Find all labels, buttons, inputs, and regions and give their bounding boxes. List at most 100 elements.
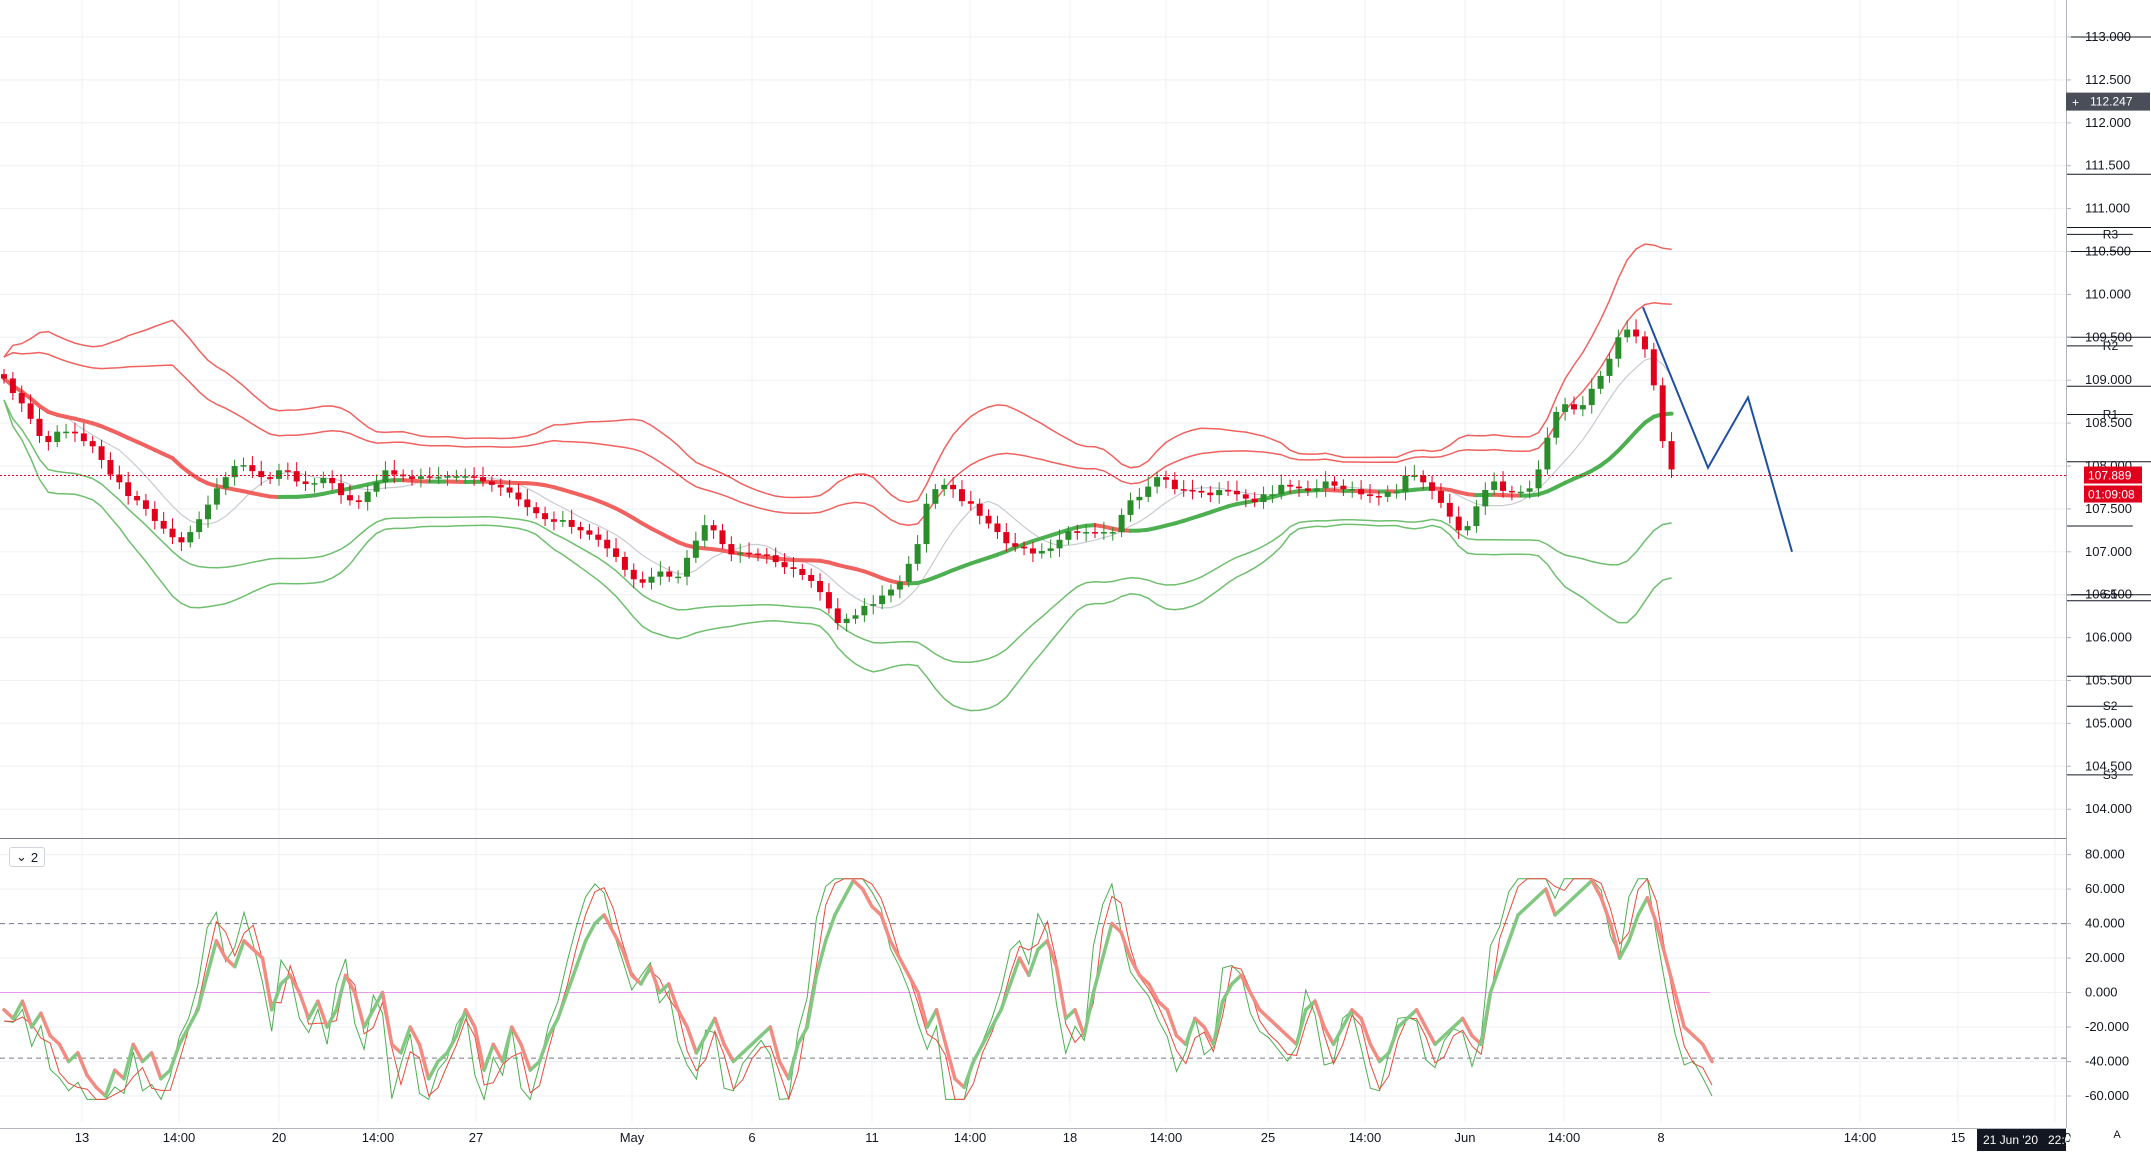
osc-tick-label: 60.000 xyxy=(2085,881,2125,896)
osc-main-segment xyxy=(1701,1042,1714,1064)
candle-body xyxy=(1437,490,1444,503)
candle-body xyxy=(222,477,229,489)
osc-main-segment xyxy=(1230,973,1243,986)
osc-main-segment xyxy=(1608,921,1622,960)
candle-body xyxy=(763,554,770,556)
candle-body xyxy=(1455,516,1462,531)
auto-scale-button[interactable]: A xyxy=(2108,1126,2126,1144)
osc-main-segment xyxy=(214,939,228,960)
candle-body xyxy=(888,589,894,596)
candle-body xyxy=(1491,481,1498,491)
time-tick-label: 18 xyxy=(1063,1130,1077,1145)
candle-body xyxy=(36,418,43,436)
crosshair-hour: 22:00 xyxy=(2048,1133,2078,1147)
price-tick-label: 107.500 xyxy=(2085,501,2132,516)
candle-body xyxy=(1038,550,1045,554)
candle-body xyxy=(542,513,549,520)
candle-body xyxy=(45,435,52,442)
osc-main-segment xyxy=(149,1051,163,1081)
price-tick-label: 106.000 xyxy=(2085,630,2132,645)
candle-body xyxy=(950,484,957,490)
candle-body xyxy=(1517,491,1524,494)
osc-main-segment xyxy=(1165,1008,1179,1038)
candle-body xyxy=(1269,494,1276,496)
candle-body xyxy=(1624,329,1631,338)
candle-body xyxy=(1180,489,1187,491)
osc-main-segment xyxy=(57,1042,71,1064)
candle-body xyxy=(169,528,176,538)
candle-body xyxy=(852,615,859,619)
candle-body xyxy=(1429,482,1436,491)
candle-body xyxy=(1074,531,1081,533)
candle-body xyxy=(1100,532,1107,534)
candle-body xyxy=(719,530,726,545)
candle-body xyxy=(151,508,158,521)
candle-body xyxy=(941,484,948,490)
price-tick-label: 107.000 xyxy=(2085,544,2132,559)
candle-body xyxy=(834,608,841,624)
candle-body xyxy=(958,489,965,502)
osc-main-segment xyxy=(103,1068,117,1098)
candle-body xyxy=(391,470,398,475)
osc-main-segment xyxy=(879,913,893,943)
candle-body xyxy=(1083,532,1090,534)
osc-main-segment xyxy=(1544,887,1557,917)
candle-body xyxy=(1526,488,1533,492)
osc-main-segment xyxy=(1184,1016,1197,1047)
oscillator-pane xyxy=(0,877,2066,1102)
candle-body xyxy=(666,571,673,577)
time-tick-label: 14:00 xyxy=(163,1130,196,1145)
candle-body xyxy=(524,499,531,508)
candle-body xyxy=(1056,539,1063,549)
candle-body xyxy=(267,477,274,479)
candle-body xyxy=(382,470,389,483)
candle-body xyxy=(923,503,930,545)
candle-body xyxy=(932,489,939,504)
chart-canvas[interactable]: R3R2R1S1S2S3R3R2R1PS1S2S3R3PS3 113.00011… xyxy=(0,0,2151,1153)
candle-body xyxy=(80,433,87,442)
candle-body xyxy=(1349,489,1356,491)
candle-body xyxy=(409,476,416,479)
candle-body xyxy=(506,487,513,493)
candle-body xyxy=(497,484,504,488)
candle-body xyxy=(346,495,353,501)
lower-band-outer xyxy=(3,399,1672,712)
candle-body xyxy=(1588,388,1595,406)
candle-body xyxy=(1482,490,1489,507)
pivot-lines: R3R2R1S1S2S3R3R2R1PS1S2S3R3PS3 xyxy=(2066,36,2151,782)
candle-body xyxy=(249,465,256,472)
pane-collapse-button[interactable]: ⌄ 2 xyxy=(9,847,46,867)
candle-body xyxy=(453,476,460,478)
candle-body xyxy=(1251,498,1258,503)
candle-body xyxy=(657,571,664,577)
osc-main-segment xyxy=(583,921,597,943)
crosshair-date: 21 Jun '20 xyxy=(1983,1133,2038,1147)
candle-body xyxy=(1659,385,1666,442)
candle-body xyxy=(1331,481,1338,486)
osc-main-segment xyxy=(574,939,588,969)
price-tick-label: 111.500 xyxy=(2085,158,2130,173)
candle-body xyxy=(205,504,212,520)
candle-body xyxy=(1225,490,1232,492)
candle-body xyxy=(604,539,611,549)
osc-main-segment xyxy=(380,990,394,1047)
price-tick-label: 112.500 xyxy=(2085,72,2131,87)
osc-main-segment xyxy=(242,939,256,952)
time-tick-label: 14:00 xyxy=(1150,1130,1183,1145)
candle-body xyxy=(843,618,850,624)
candle-body xyxy=(1464,526,1471,531)
candle-body xyxy=(1047,548,1054,551)
time-tick-label: 14:00 xyxy=(954,1130,987,1145)
osc-main-segment xyxy=(1276,1025,1290,1038)
candle-body xyxy=(364,491,371,503)
candle-body xyxy=(107,459,114,475)
osc-main-segment xyxy=(593,913,606,926)
osc-main-segment xyxy=(1396,1016,1410,1029)
candle-body xyxy=(1260,494,1267,503)
candle-body xyxy=(435,477,442,479)
candle-body xyxy=(1118,514,1125,533)
osc-main-segment xyxy=(1082,990,1096,1038)
upper-band-outer xyxy=(3,243,1672,504)
osc-tick-label: 0.000 xyxy=(2085,985,2118,1000)
candle-body xyxy=(1296,486,1303,489)
